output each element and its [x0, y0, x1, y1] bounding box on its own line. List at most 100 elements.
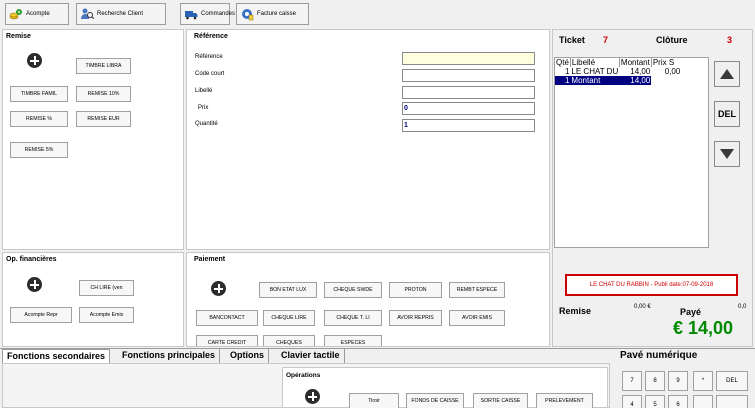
financiere-button-acompte-emis[interactable]: Acompte Emis [79, 307, 134, 323]
key-9[interactable]: 9 [668, 371, 688, 391]
operations-panel: Opérations Tiroir FONDS DE CAISSE SORTIE… [282, 367, 608, 408]
scroll-down-button[interactable] [714, 141, 740, 167]
reference-input[interactable] [402, 52, 535, 65]
coins-icon [9, 9, 22, 20]
operation-button-fonds-de-caisse[interactable]: FONDS DE CAISSE [406, 393, 464, 408]
ticket-table: Qté Libellé Montant Prix S 1 LE CHAT DU … [555, 58, 682, 85]
col-libelle: Libellé [570, 58, 620, 67]
remise-button-remise-eur[interactable]: REMISE EUR [76, 111, 131, 127]
ticket-label: Ticket [559, 35, 585, 45]
financiere-button-ch-lire[interactable]: CH LIRE (ven [79, 280, 134, 296]
remise-button-remise-pct[interactable]: REMISE % [10, 111, 68, 127]
key-4[interactable]: 4 [622, 395, 642, 408]
paiement-button-cheque-t-li[interactable]: CHEQUE T. LI [324, 310, 382, 326]
acompte-button[interactable]: Acompte [5, 3, 69, 25]
commandes-button[interactable]: Commandes [180, 3, 235, 25]
operation-button-tiroir[interactable]: Tiroir [349, 393, 399, 408]
client-search-icon [81, 8, 94, 20]
prix-label: Prix [198, 105, 209, 111]
paiement-button-avoir-repris[interactable]: AVOIR REPRIS [389, 310, 442, 326]
recherche-client-label: Recherche Client [97, 11, 144, 17]
key-multiply[interactable]: * [693, 371, 713, 391]
col-qte: Qté [555, 58, 571, 67]
paiement-button-especes[interactable]: ESPECES [324, 335, 382, 346]
add-operation-icon[interactable] [305, 389, 320, 404]
add-remise-icon[interactable] [27, 53, 42, 68]
paiement-button-bancontact[interactable]: BANCONTACT [196, 310, 258, 326]
operations-title: Opérations [286, 372, 321, 379]
remise-title: Remise [6, 33, 31, 40]
ticket-cell: 1 [564, 67, 570, 76]
financieres-title: Op. financières [6, 256, 57, 263]
remise-button-remise-10[interactable]: REMISE 10% [76, 86, 131, 102]
tab-fonctions-principales[interactable]: Fonctions principales [118, 349, 221, 363]
cloture-label: Clôture [656, 35, 688, 45]
tab-options[interactable]: Options [226, 349, 269, 363]
ticket-number: 7 [603, 35, 609, 45]
libelle-label: Libellé [195, 88, 213, 94]
paiement-button-cheque-lire[interactable]: CHEQUE LIRE [263, 310, 315, 326]
col-prix-s: Prix S [652, 58, 675, 67]
tab-clavier-tactile[interactable]: Clavier tactile [277, 349, 345, 363]
remise-button-timbre-famil[interactable]: TIMBRE FAMIL [10, 86, 68, 102]
ticket-cell: Montant [571, 76, 601, 85]
key-blank[interactable] [693, 395, 713, 408]
ticket-row[interactable]: 1 LE CHAT DU 14,00 0,00 [555, 67, 681, 76]
paiement-button-avoir-emis[interactable]: AVOIR EMIS [449, 310, 505, 326]
reference-title: Référence [194, 33, 228, 40]
acompte-label: Acompte [26, 11, 50, 17]
prix-input[interactable]: 0 [402, 102, 535, 115]
paiement-panel: Paiement BON ETAT LUX CHEQUE SWDE PROTON… [186, 252, 550, 347]
remise-button-remise-5[interactable]: REMISE 5% [10, 142, 68, 158]
recherche-client-button[interactable]: Recherche Client [76, 3, 166, 25]
commandes-label: Commandes [201, 11, 236, 17]
tab-fonctions-secondaires[interactable]: Fonctions secondaires [2, 349, 111, 363]
operation-button-prelevement[interactable]: PRELEVEMENT [536, 393, 593, 408]
paiement-button-cheques[interactable]: CHEQUES [263, 335, 315, 346]
paiement-button-rembt-espece[interactable]: REMBT ESPECE [449, 282, 505, 298]
code-court-label: Code court [195, 71, 225, 77]
facture-caisse-label: Facture caisse [257, 11, 297, 17]
arrow-up-icon [720, 69, 734, 79]
remise-button-timbre-libra[interactable]: TIMBRE LIBRA [76, 58, 131, 74]
pave-title: Pavé numérique [620, 350, 698, 361]
total-amount: € 14,00 [673, 318, 734, 338]
ticket-cell: 0,00 [664, 67, 681, 76]
cloture-number: 3 [727, 35, 733, 45]
truck-icon [185, 11, 198, 20]
add-financiere-icon[interactable] [27, 277, 42, 292]
remise-total-label: Remise [559, 306, 592, 316]
financiere-button-acompte-repr[interactable]: Acompte Repr [10, 307, 72, 323]
paiement-title: Paiement [194, 256, 226, 263]
ticket-cell: 1 [564, 76, 570, 85]
remise-panel: Remise TIMBRE LIBRA TIMBRE FAMIL REMISE … [2, 29, 184, 250]
paiement-button-proton[interactable]: PROTON [389, 282, 442, 298]
ticket-list[interactable] [554, 57, 709, 248]
paye-label: Payé [680, 307, 702, 317]
del-button[interactable]: DEL [714, 101, 740, 127]
add-paiement-icon[interactable] [211, 281, 226, 296]
key-5[interactable]: 5 [645, 395, 665, 408]
quantite-label: Quantité [195, 121, 218, 127]
paye-value: 0,0 [738, 304, 747, 310]
arrow-down-icon [720, 149, 734, 159]
quantite-input[interactable]: 1 [402, 119, 535, 132]
paiement-button-carte-credit[interactable]: CARTE CREDIT [196, 335, 258, 346]
ticket-cell [651, 76, 682, 85]
key-blank[interactable] [716, 395, 748, 408]
paiement-button-bon-etat-lux[interactable]: BON ETAT LUX [259, 282, 317, 298]
key-8[interactable]: 8 [645, 371, 665, 391]
operation-button-sortie-caisse[interactable]: SORTIE CAISSE [473, 393, 528, 408]
code-court-input[interactable] [402, 69, 535, 82]
paiement-button-cheque-swde[interactable]: CHEQUE SWDE [324, 282, 382, 298]
libelle-input[interactable] [402, 86, 535, 99]
reference-panel: Référence Référence Code court Libellé P… [186, 29, 550, 250]
key-7[interactable]: 7 [622, 371, 642, 391]
ticket-cell: LE CHAT DU [571, 67, 619, 76]
facture-caisse-button[interactable]: Facture caisse [236, 3, 309, 25]
key-del[interactable]: DEL [716, 371, 748, 391]
scroll-up-button[interactable] [714, 61, 740, 87]
key-6[interactable]: 6 [668, 395, 688, 408]
ticket-row-selected[interactable]: 1 Montant 14,00 [555, 76, 682, 85]
book-info-box: LE CHAT DU RABBIN - Publi date:07-09-201… [565, 274, 738, 296]
